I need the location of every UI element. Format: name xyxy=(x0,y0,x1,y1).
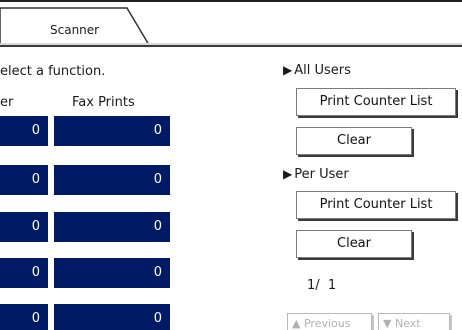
column-header-fax-prints: Fax Prints xyxy=(72,95,135,110)
fax-prints-cell: 0 xyxy=(54,212,170,242)
all-users-print-counter-list-button[interactable]: Print Counter List xyxy=(296,88,456,116)
triangle-up-icon: ▲ xyxy=(292,317,301,330)
counter-cell: 0 xyxy=(0,258,48,288)
instruction-text: elect a function. xyxy=(0,64,106,79)
next-label: Next xyxy=(394,317,421,330)
counter-cell: 0 xyxy=(0,304,48,330)
column-header-user: er xyxy=(0,95,14,110)
fax-prints-cell: 0 xyxy=(54,165,170,195)
triangle-down-icon: ▼ xyxy=(383,317,392,330)
previous-label: Previous xyxy=(303,317,351,330)
per-user-clear-button[interactable]: Clear xyxy=(296,230,412,258)
next-button[interactable]: ▼ Next xyxy=(378,313,450,330)
all-users-clear-button[interactable]: Clear xyxy=(296,127,412,155)
counter-cell: 0 xyxy=(0,116,48,146)
triangle-right-icon: ▶ xyxy=(283,63,293,77)
previous-button[interactable]: ▲ Previous xyxy=(287,313,372,330)
fax-prints-cell: 0 xyxy=(54,116,170,146)
tab-scanner[interactable]: Scanner xyxy=(50,23,99,37)
triangle-right-icon: ▶ xyxy=(283,167,293,181)
tab-underline-dark xyxy=(0,45,462,47)
all-users-label: All Users xyxy=(294,63,351,78)
per-user-print-counter-list-button[interactable]: Print Counter List xyxy=(296,191,456,219)
tab-strip: Scanner xyxy=(0,0,462,48)
per-user-label: Per User xyxy=(294,167,349,182)
fax-prints-cell: 0 xyxy=(54,304,170,330)
counter-cell: 0 xyxy=(0,212,48,242)
per-user-heading: ▶ Per User xyxy=(283,167,349,182)
all-users-heading: ▶ All Users xyxy=(283,63,351,78)
page-indicator: 1/ 1 xyxy=(307,278,337,293)
fax-prints-cell: 0 xyxy=(54,258,170,288)
counter-cell: 0 xyxy=(0,165,48,195)
